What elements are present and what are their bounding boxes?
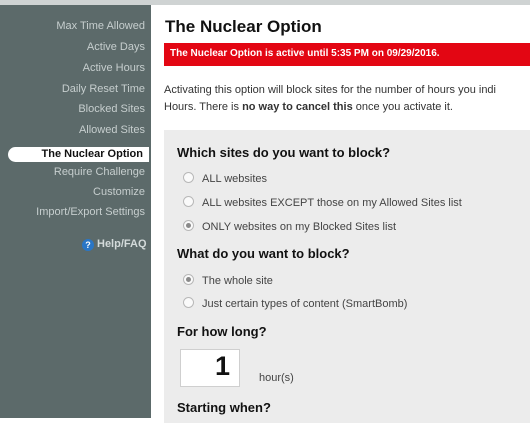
sidebar-item-active-days[interactable]: Active Days <box>87 40 145 54</box>
block-sites-heading: Which sites do you want to block? <box>177 145 391 160</box>
option-label: ALL websites EXCEPT those on my Allowed … <box>202 197 462 209</box>
option-label: ONLY websites on my Blocked Sites list <box>202 221 397 233</box>
block-what-heading: What do you want to block? <box>177 246 350 261</box>
status-banner-text: The Nuclear Option is active until 5:35 … <box>170 48 440 59</box>
option-label: Just certain types of content (SmartBomb… <box>202 298 408 310</box>
radio-button-selected[interactable] <box>183 274 194 285</box>
sidebar-item-import-export-settings[interactable]: Import/Export Settings <box>36 205 145 219</box>
help-faq-label: Help/FAQ <box>97 238 147 250</box>
option-smartbomb[interactable]: Just certain types of content (SmartBomb… <box>183 297 407 310</box>
description-line-1: Activating this option will block sites … <box>164 84 496 96</box>
status-banner: The Nuclear Option is active until 5:35 … <box>164 43 530 66</box>
start-heading: Starting when? <box>177 400 271 415</box>
sidebar-item-require-challenge[interactable]: Require Challenge <box>54 165 145 179</box>
radio-button-selected[interactable] <box>183 220 194 231</box>
option-all-websites[interactable]: ALL websites <box>183 172 267 185</box>
option-only-blocked-sites[interactable]: ONLY websites on my Blocked Sites list <box>183 220 396 233</box>
hours-unit-label: hour(s) <box>259 372 294 384</box>
sidebar-item-nuclear-option[interactable]: The Nuclear Option <box>8 147 149 162</box>
page-title: The Nuclear Option <box>165 17 322 36</box>
help-faq-link[interactable]: ? Help/FAQ <box>82 238 147 251</box>
hours-input[interactable]: 1 <box>180 349 240 387</box>
duration-heading: For how long? <box>177 324 267 339</box>
option-label: The whole site <box>202 275 273 287</box>
option-whole-site[interactable]: The whole site <box>183 274 273 287</box>
main-content: The Nuclear Option The Nuclear Option is… <box>151 5 530 423</box>
settings-panel: Which sites do you want to block? ALL we… <box>164 130 530 423</box>
sidebar: Max Time Allowed Active Days Active Hour… <box>0 5 151 418</box>
sidebar-item-daily-reset-time[interactable]: Daily Reset Time <box>62 82 145 96</box>
description-line-2-end: once you activate it. <box>352 101 453 113</box>
question-circle-icon: ? <box>82 239 94 251</box>
description-line-2-start: Hours. There is <box>164 101 243 113</box>
sidebar-item-label: The Nuclear Option <box>41 148 143 160</box>
radio-button[interactable] <box>183 172 194 183</box>
option-label: ALL websites <box>202 173 268 185</box>
sidebar-item-max-time-allowed[interactable]: Max Time Allowed <box>56 19 145 33</box>
radio-button[interactable] <box>183 196 194 207</box>
option-all-except-allowed[interactable]: ALL websites EXCEPT those on my Allowed … <box>183 196 462 209</box>
description: Activating this option will block sites … <box>164 82 530 116</box>
sidebar-item-blocked-sites[interactable]: Blocked Sites <box>78 102 145 116</box>
sidebar-item-active-hours[interactable]: Active Hours <box>83 61 145 75</box>
radio-button[interactable] <box>183 297 194 308</box>
sidebar-item-customize[interactable]: Customize <box>93 185 145 199</box>
description-emphasis: no way to cancel this <box>242 101 353 113</box>
hours-value: 1 <box>214 351 230 381</box>
sidebar-item-allowed-sites[interactable]: Allowed Sites <box>79 123 145 137</box>
